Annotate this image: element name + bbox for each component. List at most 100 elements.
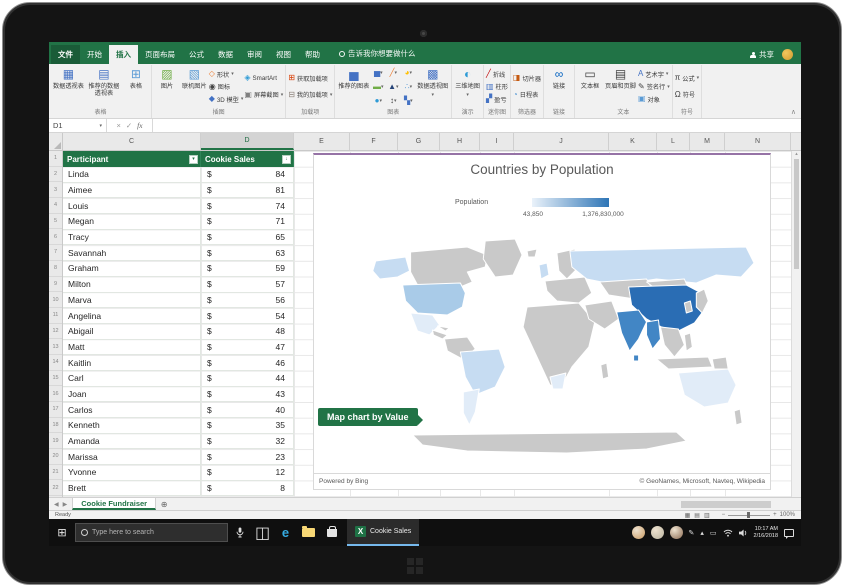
ribbon-tab-help[interactable]: 帮助 (298, 45, 327, 64)
row-header-22[interactable]: 22 (49, 480, 62, 496)
sales-cell[interactable]: $65 (201, 230, 294, 246)
table-row[interactable]: Brett$8 (63, 481, 294, 497)
ribbon-tab-home[interactable]: 开始 (80, 45, 109, 64)
chevron-up-icon[interactable]: ▴ (700, 529, 704, 537)
sales-cell[interactable]: $8 (201, 481, 294, 497)
table-row[interactable]: Tracy$65 (63, 230, 294, 246)
table-row[interactable]: Linda$84 (63, 167, 294, 183)
participant-cell[interactable]: Joan (63, 387, 201, 403)
table-row[interactable]: Joan$43 (63, 387, 294, 403)
participant-cell[interactable]: Milton (63, 277, 201, 293)
task-view-icon[interactable]: ◫ (251, 523, 274, 543)
table-row[interactable]: Savannah$63 (63, 245, 294, 261)
insert-function-icon[interactable]: fx (137, 121, 142, 130)
normal-view-icon[interactable]: ▦ (685, 512, 691, 519)
ribbon-tab-insert[interactable]: 插入 (109, 45, 138, 64)
touch-keyboard-icon[interactable]: ▭ (710, 529, 717, 537)
filter-sort-desc-icon[interactable]: ↓ (282, 155, 291, 164)
sales-cell[interactable]: $48 (201, 324, 294, 340)
signature-line-button[interactable]: ✎签名行▾ (638, 82, 670, 91)
sheet-prev-icon[interactable]: ◀ (54, 501, 59, 508)
column-header-N[interactable]: N (725, 133, 791, 150)
participant-cell[interactable]: Linda (63, 167, 201, 183)
symbol-button[interactable]: Ω符号 (675, 90, 699, 99)
row-header-21[interactable]: 21 (49, 465, 62, 481)
row-header-5[interactable]: 5 (49, 214, 62, 230)
column-header-K[interactable]: K (609, 133, 657, 150)
ribbon-tab-data[interactable]: 数据 (211, 45, 240, 64)
row-header-10[interactable]: 10 (49, 292, 62, 308)
slicer-button[interactable]: ◨切片器 (513, 74, 541, 83)
start-button[interactable]: ⊞ (49, 526, 75, 539)
page-layout-view-icon[interactable]: ▤ (694, 512, 700, 519)
participant-cell[interactable]: Louis (63, 198, 201, 214)
column-header-E[interactable]: E (294, 133, 350, 150)
zoom-slider[interactable] (728, 515, 770, 516)
get-add-ins-button[interactable]: ⊞获取加载项 (288, 74, 332, 83)
taskbar-excel-task[interactable]: X Cookie Sales (347, 519, 419, 546)
sales-cell[interactable]: $23 (201, 449, 294, 465)
online-pictures-button[interactable]: ▧联机图片 (181, 65, 208, 108)
sheet-next-icon[interactable]: ▶ (63, 501, 68, 508)
table-row[interactable]: Matt$47 (63, 340, 294, 356)
column-header-H[interactable]: H (440, 133, 480, 150)
ribbon-tab-file[interactable]: 文件 (51, 45, 80, 64)
column-header-D[interactable]: D (201, 133, 294, 150)
line-sparkline-button[interactable]: ╱折线 (486, 70, 508, 79)
name-box[interactable]: D1 ▾ (49, 119, 107, 132)
scroll-thumb[interactable] (794, 159, 799, 269)
line-chart-button[interactable]: ╱▾ (386, 66, 400, 79)
participant-cell[interactable]: Carlos (63, 402, 201, 418)
sales-cell[interactable]: $57 (201, 277, 294, 293)
column-header-C[interactable]: C (63, 133, 201, 150)
table-row[interactable]: Marissa$23 (63, 449, 294, 465)
table-row[interactable]: Milton$57 (63, 277, 294, 293)
participant-cell[interactable]: Amanda (63, 434, 201, 450)
column-chart-button[interactable]: ▅▾ (371, 66, 385, 79)
action-center-icon[interactable] (784, 529, 794, 537)
table-row[interactable]: Kenneth$35 (63, 418, 294, 434)
shapes-button[interactable]: ◇形状▾ (209, 70, 244, 79)
table-row[interactable]: Angelina$54 (63, 308, 294, 324)
sales-cell[interactable]: $71 (201, 214, 294, 230)
zoom-level[interactable]: 100% (780, 512, 795, 518)
sheet-tab-cookie-fundraiser[interactable]: Cookie Fundraiser (72, 498, 156, 510)
participant-cell[interactable]: Marva (63, 293, 201, 309)
scatter-chart-button[interactable]: ∴▾ (401, 80, 415, 93)
participant-cell[interactable]: Angelina (63, 308, 201, 324)
collapse-ribbon-icon[interactable]: ∧ (791, 108, 796, 116)
sales-cell[interactable]: $35 (201, 418, 294, 434)
header-footer-button[interactable]: ▤页眉和页脚 (604, 65, 637, 108)
area-chart-button[interactable]: ▲▾ (386, 80, 400, 93)
row-header-7[interactable]: 7 (49, 245, 62, 261)
filter-icon[interactable]: ▾ (189, 155, 198, 164)
microphone-icon[interactable] (228, 527, 251, 538)
tell-me-box[interactable]: 告诉我你想要做什么 (339, 48, 416, 64)
text-box-button[interactable]: ▭文本框 (577, 65, 603, 108)
row-header-17[interactable]: 17 (49, 402, 62, 418)
row-header-15[interactable]: 15 (49, 371, 62, 387)
row-header-2[interactable]: 2 (49, 167, 62, 183)
row-header-18[interactable]: 18 (49, 418, 62, 434)
smartart-button[interactable]: ◈SmartArt (244, 74, 283, 82)
taskbar-clock[interactable]: 10:17 AM 2/16/2018 (754, 526, 778, 539)
table-row[interactable]: Amanda$32 (63, 434, 294, 450)
scroll-up-icon[interactable]: ▴ (792, 151, 801, 157)
recommended-charts-button[interactable]: ▅推荐的图表 (337, 65, 370, 108)
sales-cell[interactable]: $12 (201, 465, 294, 481)
participant-cell[interactable]: Aimee (63, 183, 201, 199)
sales-cell[interactable]: $32 (201, 434, 294, 450)
participant-cell[interactable]: Kenneth (63, 418, 201, 434)
taskbar-search[interactable]: Type here to search (75, 523, 228, 542)
screenshot-button[interactable]: ▣屏幕截图▾ (244, 90, 283, 99)
my-add-ins-button[interactable]: ⊟我的加载项▾ (288, 90, 332, 99)
pen-icon[interactable]: ✎ (689, 529, 695, 537)
sales-cell[interactable]: $81 (201, 183, 294, 199)
combo-chart-button[interactable]: ▚▾ (401, 94, 415, 107)
bar-chart-button[interactable]: ▬▾ (371, 80, 385, 93)
ribbon-tab-page-layout[interactable]: 页面布局 (138, 45, 182, 64)
participant-cell[interactable]: Megan (63, 214, 201, 230)
participant-cell[interactable]: Tracy (63, 230, 201, 246)
sales-cell[interactable]: $56 (201, 293, 294, 309)
equation-button[interactable]: π公式▾ (675, 74, 699, 83)
